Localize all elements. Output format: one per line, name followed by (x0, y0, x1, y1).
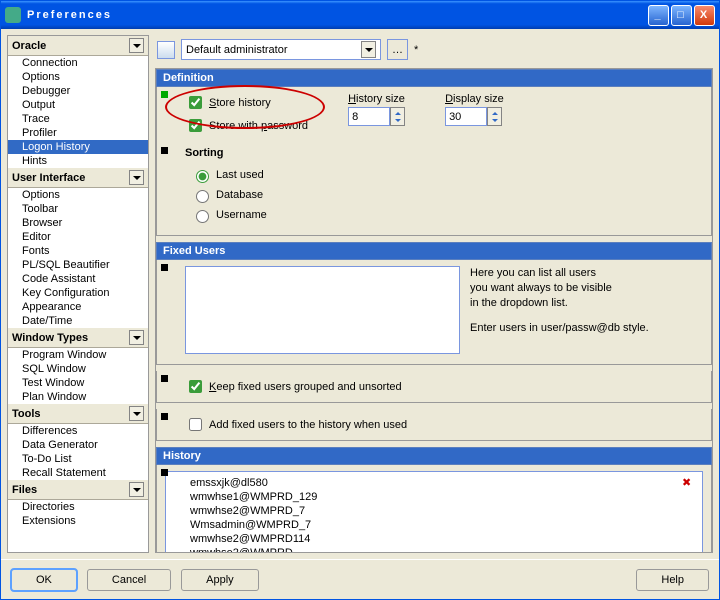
tree-item[interactable]: Fonts (8, 244, 148, 258)
store-history-check[interactable]: SStore historytore history (185, 93, 308, 112)
tree-item[interactable]: Test Window (8, 376, 148, 390)
section-bullet (161, 413, 168, 420)
history-item[interactable]: wmwhse2@WMPRD114 (190, 532, 678, 546)
section-bullet (161, 91, 168, 98)
history-size-label: History size (348, 93, 405, 105)
tree-category[interactable]: User Interface (8, 168, 148, 188)
window-title: Preferences (27, 9, 112, 21)
admin-icon (157, 41, 175, 59)
tree-item[interactable]: Plan Window (8, 390, 148, 404)
history-item[interactable]: emssxjk@dl580 (190, 476, 678, 490)
tree-item[interactable]: Data Generator (8, 438, 148, 452)
display-size-label: Display size (445, 93, 504, 105)
tree-item[interactable]: Hints (8, 154, 148, 168)
help-button[interactable]: Help (636, 569, 709, 591)
minimize-button[interactable]: _ (648, 5, 669, 26)
tree-item[interactable]: Debugger (8, 84, 148, 98)
tree-category[interactable]: Window Types (8, 328, 148, 348)
history-item[interactable]: wmwhse2@WMPRD_7 (190, 504, 678, 518)
tree-item[interactable]: Connection (8, 56, 148, 70)
history-item[interactable]: wmwhse1@WMPRD_129 (190, 490, 678, 504)
admin-combo[interactable]: Default administrator (181, 39, 381, 60)
sort-username-radio[interactable]: Username (165, 205, 703, 225)
tree-item[interactable]: Appearance (8, 300, 148, 314)
modified-star: * (414, 44, 418, 56)
tree-item[interactable]: To-Do List (8, 452, 148, 466)
chevron-down-icon[interactable] (129, 38, 144, 53)
chevron-down-icon[interactable] (129, 482, 144, 497)
tree-item[interactable]: SQL Window (8, 362, 148, 376)
history-size-spinner[interactable] (348, 107, 405, 126)
close-button[interactable]: X (694, 5, 715, 26)
tree-item[interactable]: Browser (8, 216, 148, 230)
tree-item[interactable]: Recall Statement (8, 466, 148, 480)
fixed-users-hint: Here you can list all usersyou want alwa… (470, 266, 649, 354)
tree-item[interactable]: Date/Time (8, 314, 148, 328)
titlebar: Preferences _ □ X (1, 1, 719, 29)
tree-item[interactable]: Trace (8, 112, 148, 126)
keep-grouped-check[interactable]: Keep fixed users grouped and unsorted (165, 377, 703, 396)
history-item[interactable]: wmwhse2@WMPRD (190, 546, 678, 553)
history-list[interactable]: emssxjk@dl580wmwhse1@WMPRD_129wmwhse2@WM… (186, 472, 682, 553)
tree-item[interactable]: Directories (8, 500, 148, 514)
sort-database-radio[interactable]: Database (165, 185, 703, 205)
tree-category[interactable]: Tools (8, 404, 148, 424)
tree-category[interactable]: Oracle (8, 36, 148, 56)
tree-item[interactable]: Output (8, 98, 148, 112)
section-bullet (161, 147, 168, 154)
admin-more-button[interactable]: … (387, 39, 408, 60)
fixed-users-textarea[interactable] (185, 266, 460, 354)
chevron-down-icon[interactable] (361, 41, 376, 58)
tree-item[interactable]: Code Assistant (8, 272, 148, 286)
maximize-button[interactable]: □ (671, 5, 692, 26)
tree-item[interactable]: Program Window (8, 348, 148, 362)
tree-item[interactable]: Toolbar (8, 202, 148, 216)
tree-category[interactable]: Files (8, 480, 148, 500)
admin-label: Default administrator (186, 44, 288, 56)
tree-item[interactable]: Options (8, 70, 148, 84)
tree-item[interactable]: Options (8, 188, 148, 202)
section-bullet (161, 469, 168, 476)
settings-panel[interactable]: Definition SStore historytore history St… (155, 68, 713, 553)
tree-item[interactable]: Profiler (8, 126, 148, 140)
sort-lastused-radio[interactable]: Last used (165, 165, 703, 185)
ok-button[interactable]: OK (11, 569, 77, 591)
delete-history-icon[interactable]: ✖ (682, 472, 702, 553)
tree-item[interactable]: PL/SQL Beautifier (8, 258, 148, 272)
tree-item[interactable]: Logon History (8, 140, 148, 154)
tree-item[interactable]: Extensions (8, 514, 148, 528)
chevron-down-icon[interactable] (129, 170, 144, 185)
history-item[interactable]: Wmsadmin@WMPRD_7 (190, 518, 678, 532)
app-icon (5, 7, 21, 23)
chevron-down-icon[interactable] (129, 406, 144, 421)
add-to-history-check[interactable]: Add fixed users to the history when used (165, 415, 703, 434)
tree-item[interactable]: Differences (8, 424, 148, 438)
apply-button[interactable]: Apply (181, 569, 259, 591)
section-bullet (161, 264, 168, 271)
category-tree[interactable]: OracleConnectionOptionsDebuggerOutputTra… (7, 35, 149, 553)
chevron-down-icon[interactable] (129, 330, 144, 345)
section-bullet (161, 375, 168, 382)
store-password-check[interactable]: Store with password (185, 116, 308, 135)
tree-item[interactable]: Key Configuration (8, 286, 148, 300)
display-size-spinner[interactable] (445, 107, 504, 126)
tree-item[interactable]: Editor (8, 230, 148, 244)
fixed-users-header: Fixed Users (156, 242, 712, 260)
definition-header: Definition (156, 69, 712, 87)
history-header: History (156, 447, 712, 465)
cancel-button[interactable]: Cancel (87, 569, 171, 591)
sorting-label: Sorting (165, 145, 703, 165)
